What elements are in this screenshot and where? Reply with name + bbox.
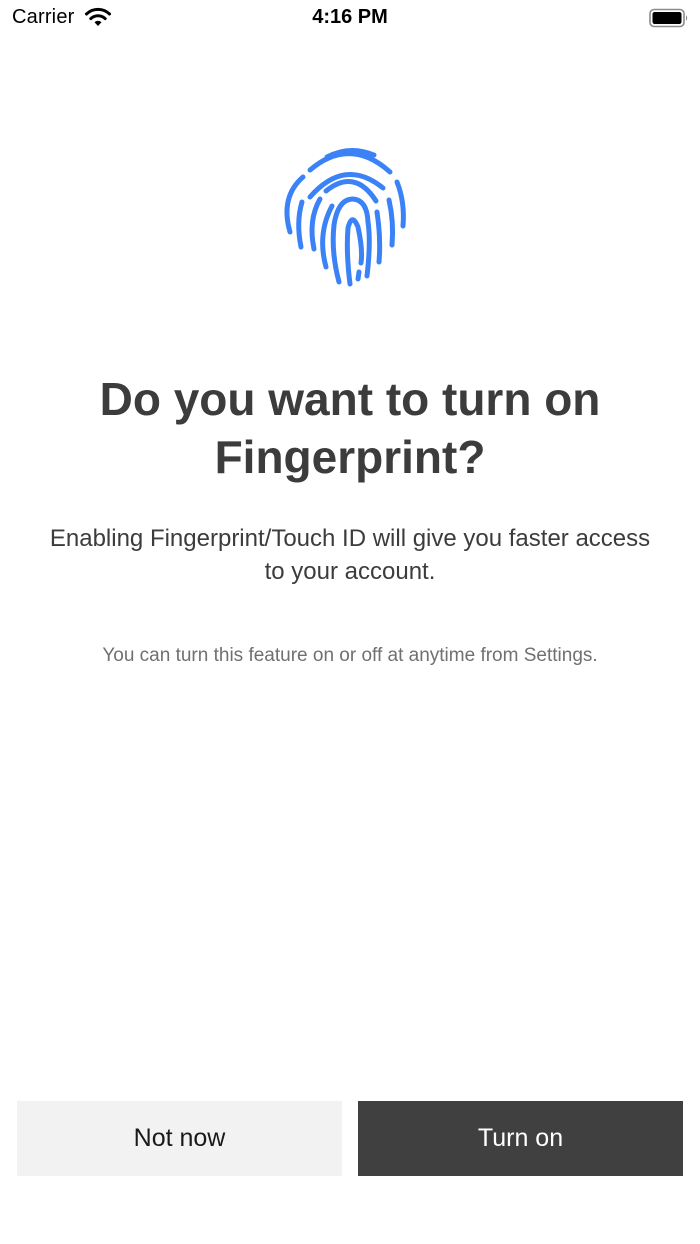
settings-note: You can turn this feature on or off at a… [102,645,598,666]
battery-full-icon [649,8,688,28]
not-now-button[interactable]: Not now [17,1101,342,1176]
clock: 4:16 PM [312,6,388,28]
page-title: Do you want to turn on Fingerprint? [99,373,601,483]
fingerprint-icon [284,148,406,287]
status-bar: Carrier 4:16 PM [0,0,700,36]
fingerprint-setup-screen: Carrier 4:16 PM Do you want to turn on F… [0,0,700,1244]
turn-on-button[interactable]: Turn on [358,1101,683,1176]
description-text: Enabling Fingerprint/Touch ID will give … [49,525,651,585]
